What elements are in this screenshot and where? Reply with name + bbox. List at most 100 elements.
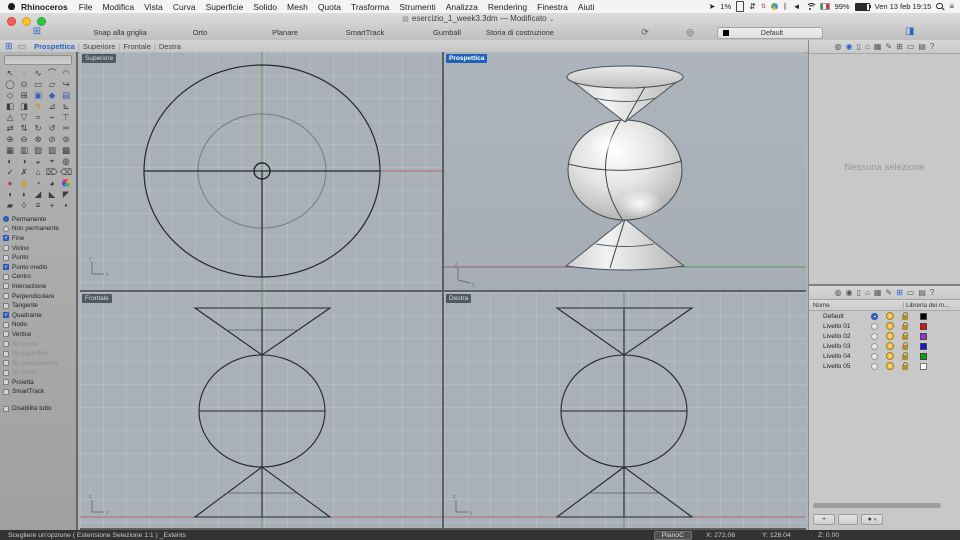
- tool-icon-14[interactable]: ▤: [59, 90, 73, 101]
- checkbox-tangente[interactable]: [3, 302, 9, 309]
- osnap-perpendicolare[interactable]: Perpendicolare: [3, 291, 74, 301]
- target-icon[interactable]: ◎: [686, 27, 694, 38]
- checkbox-perpendicolare[interactable]: [3, 293, 9, 300]
- properties-ball-icon[interactable]: ◉: [846, 287, 853, 298]
- tool-icon-13[interactable]: ◆: [45, 90, 59, 101]
- radio-non-permanente[interactable]: [3, 225, 9, 232]
- tool-icon-49[interactable]: ⌫: [59, 167, 73, 178]
- four-viewports-icon[interactable]: ⊞: [5, 41, 13, 51]
- tool-icon-8[interactable]: ▱: [45, 79, 59, 90]
- layer-row-livello-04[interactable]: Livello 04: [809, 351, 960, 361]
- osnap-disabilita-tutto[interactable]: Disabilita tutto: [3, 404, 74, 414]
- tool-icon-61[interactable]: ◊: [17, 200, 31, 211]
- layer-current-radio[interactable]: [871, 312, 878, 320]
- osnap-quadrante[interactable]: ✓ Quadrante: [3, 310, 74, 320]
- checkbox-vertice[interactable]: [3, 331, 9, 338]
- tool-icon-41[interactable]: ◑: [17, 156, 31, 167]
- osnap-punto[interactable]: Punto: [3, 253, 74, 263]
- checkbox-punto-medio[interactable]: ✓: [3, 264, 9, 271]
- osnap-fine[interactable]: ✓ Fine: [3, 234, 74, 244]
- tool-icon-25[interactable]: ⇄: [3, 123, 17, 134]
- tool-icon-12[interactable]: ▣: [31, 90, 45, 101]
- layer-visibility-bulb-icon[interactable]: [886, 332, 894, 340]
- tool-icon-42[interactable]: ◒: [31, 156, 45, 167]
- layer-current-radio[interactable]: [871, 362, 878, 370]
- layer-row-livello-03[interactable]: Livello 03: [809, 341, 960, 351]
- osnap-punto-medio[interactable]: ✓ Punto medio: [3, 262, 74, 272]
- tool-icon-27[interactable]: ↻: [31, 123, 45, 134]
- tool-icon-32[interactable]: ⊗: [31, 134, 45, 145]
- osnap-vertice[interactable]: Vertice: [3, 330, 74, 340]
- command-prompt[interactable]: Scegliere un'opzione ( Estensione Selezi…: [8, 532, 654, 539]
- layer-lock-icon[interactable]: [902, 361, 908, 370]
- osnap-su-superficie[interactable]: Su superficie: [3, 349, 74, 359]
- layer-color-swatch[interactable]: [920, 332, 927, 340]
- layer-options-button[interactable]: ● ▾: [861, 514, 883, 525]
- checkbox-punto[interactable]: [3, 254, 9, 261]
- title-disclosure-icon[interactable]: ⌄: [549, 16, 555, 23]
- tool-icon-63[interactable]: +: [45, 200, 59, 211]
- tool-icon-48[interactable]: ⌦: [45, 167, 59, 178]
- layer-visibility-bulb-icon[interactable]: [886, 362, 894, 370]
- tool-icon-44[interactable]: ◍: [59, 156, 73, 167]
- osnap-centro[interactable]: Centro: [3, 272, 74, 282]
- tool-icon-33[interactable]: ⊘: [45, 134, 59, 145]
- tool-icon-5[interactable]: ◯: [3, 79, 17, 90]
- tool-icon-4[interactable]: ◠: [59, 68, 73, 79]
- viewport-label-superiore[interactable]: Superiore: [82, 54, 117, 63]
- menu-solido[interactable]: Solido: [248, 2, 282, 12]
- tool-icon-7[interactable]: ▭: [31, 79, 45, 90]
- page-icon[interactable]: ▯: [857, 41, 861, 52]
- layer-current-radio[interactable]: [871, 342, 878, 350]
- layers-icon[interactable]: ⊞: [896, 41, 903, 52]
- osnap-non-permanente[interactable]: Non permanente: [3, 224, 74, 234]
- tool-icon-35[interactable]: ▦: [3, 145, 17, 156]
- network-icon[interactable]: ⇵: [749, 2, 756, 11]
- tool-icon-50[interactable]: ●: [3, 178, 17, 189]
- menu-quota[interactable]: Quota: [313, 2, 346, 12]
- layer-lock-icon[interactable]: [902, 331, 908, 340]
- checkbox-vicino[interactable]: [3, 245, 9, 252]
- checkbox-su-mesh[interactable]: [3, 369, 9, 376]
- tool-icon-62[interactable]: ≡: [31, 200, 45, 211]
- tool-icon-59[interactable]: ◤: [59, 189, 73, 200]
- tool-icon-20[interactable]: △: [3, 112, 17, 123]
- tool-icon-16[interactable]: ◨: [17, 101, 31, 112]
- cplane-dropdown[interactable]: PianoC: [653, 530, 692, 540]
- tool-icon-23[interactable]: ⌁: [45, 112, 59, 123]
- battery-vertical-icon[interactable]: [736, 1, 745, 12]
- tool-icon-15[interactable]: ◧: [3, 101, 17, 112]
- home-icon[interactable]: ⌂: [865, 287, 870, 298]
- viewport-label-prospettica[interactable]: Prospettica: [446, 54, 488, 63]
- menu-mesh[interactable]: Mesh: [282, 2, 313, 12]
- layer-color-swatch[interactable]: [920, 352, 927, 360]
- location-icon[interactable]: ➤: [709, 2, 716, 11]
- smarttrack-toggle[interactable]: SmartTrack: [346, 28, 384, 37]
- home-icon[interactable]: ⌂: [865, 41, 870, 52]
- layers-horizontal-scrollbar[interactable]: [813, 503, 941, 508]
- grid-icon[interactable]: ▦: [874, 287, 882, 298]
- checkbox-disabilita-tutto[interactable]: [3, 405, 9, 412]
- checkbox-smarttrack[interactable]: [3, 388, 9, 395]
- layer-row-default[interactable]: Default: [809, 311, 960, 321]
- spotlight-search-icon[interactable]: [936, 2, 944, 11]
- tool-icon-3[interactable]: ⌒: [45, 68, 59, 79]
- layer-color-swatch[interactable]: [920, 362, 927, 370]
- checkbox-proietta[interactable]: [3, 379, 9, 386]
- display-icon[interactable]: ▤: [918, 287, 926, 298]
- tool-icon-1[interactable]: ∙: [17, 68, 31, 79]
- language-flag-icon[interactable]: [819, 3, 830, 10]
- menu-trasforma[interactable]: Trasforma: [346, 2, 394, 12]
- menu-aiuti[interactable]: Aiuti: [573, 2, 600, 12]
- tool-icon-56[interactable]: ◗: [17, 189, 31, 200]
- bandwidth-icon[interactable]: ⇅: [761, 4, 766, 10]
- tool-icon-47[interactable]: ⌂: [31, 167, 45, 178]
- menu-strumenti[interactable]: Strumenti: [394, 2, 440, 12]
- checkbox-su-superficie[interactable]: [3, 350, 9, 357]
- tool-icon-21[interactable]: ▽: [17, 112, 31, 123]
- tool-icon-55[interactable]: ◖: [3, 189, 17, 200]
- osnap-intersezione[interactable]: Intersezione: [3, 282, 74, 292]
- properties-ball-icon[interactable]: ◉: [846, 41, 853, 52]
- viewport-frontale[interactable]: Frontale xz: [80, 292, 442, 528]
- notification-center-icon[interactable]: ≡: [949, 2, 954, 11]
